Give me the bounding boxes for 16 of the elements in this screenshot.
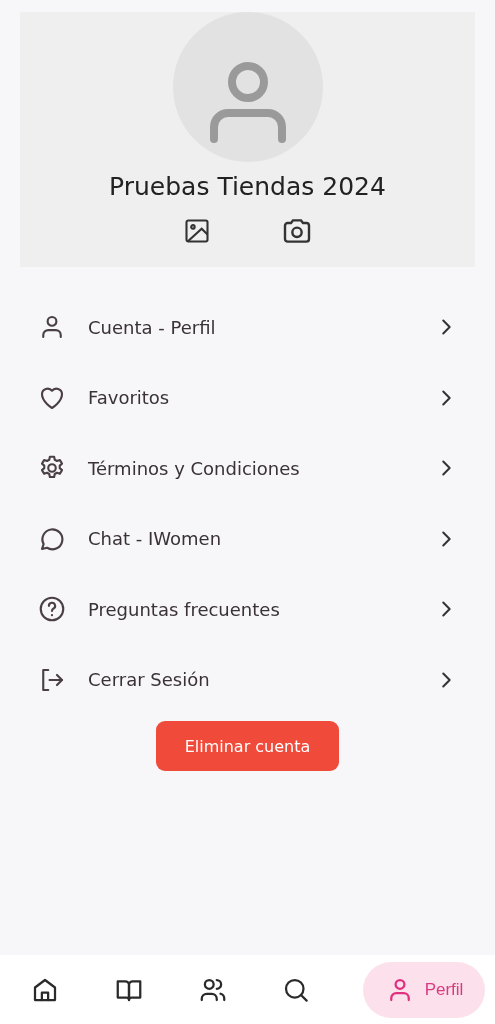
menu-item[interactable]: Chat - IWomen xyxy=(37,503,457,574)
menu-label: Chat - IWomen xyxy=(88,528,223,550)
menu-item[interactable]: Cuenta - Perfil xyxy=(37,292,457,363)
menu-item[interactable]: Términos y Condiciones xyxy=(37,433,457,504)
menu-label: Términos y Condiciones xyxy=(88,457,301,479)
menu-item[interactable]: Preguntas frecuentes xyxy=(37,574,457,645)
nav-tab[interactable]: Perfil xyxy=(363,961,485,1018)
delete-account-button[interactable]: Eliminar cuenta xyxy=(156,721,339,771)
menu-label: Cuenta - Perfil xyxy=(88,316,217,338)
menu-label: Cerrar Sesión xyxy=(88,669,211,691)
menu-label: Preguntas frecuentes xyxy=(88,598,281,620)
menu-label: Favoritos xyxy=(88,387,171,409)
image-icon[interactable] xyxy=(182,217,211,245)
profile-name: Pruebas Tiendas 2024 xyxy=(109,172,386,201)
menu-item[interactable]: Cerrar Sesión xyxy=(37,644,457,715)
menu-item[interactable]: Favoritos xyxy=(37,362,457,433)
